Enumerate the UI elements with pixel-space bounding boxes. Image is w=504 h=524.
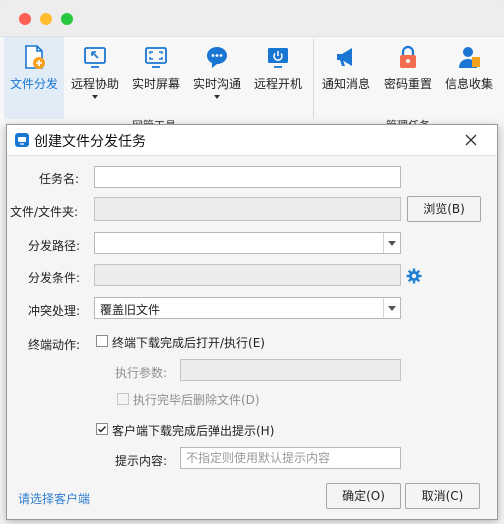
exec-params-label: 执行参数:	[115, 366, 168, 380]
dialog-titlebar: 创建文件分发任务	[7, 125, 497, 156]
power-on-icon	[268, 48, 288, 68]
app-logo-icon	[15, 133, 29, 147]
minimize-window-button[interactable]	[40, 13, 52, 25]
toolbar-label: 通知消息	[321, 77, 370, 91]
toolbar-file-distribution[interactable]: 文件分发	[4, 37, 64, 119]
toolbar-realtime-chat[interactable]: 实时沟通	[188, 37, 246, 119]
conflict-handling-value: 覆盖旧文件	[100, 303, 161, 317]
toolbar-remote-power-on[interactable]: 远程开机	[249, 37, 307, 119]
distribution-path-label: 分发路径:	[28, 239, 81, 253]
popup-hint-label: 客户端下载完成后弹出提示(H)	[112, 424, 275, 438]
close-window-button[interactable]	[19, 13, 31, 25]
exec-params-input[interactable]	[180, 359, 401, 381]
delete-after-exec-checkbox[interactable]	[117, 393, 129, 405]
remote-assist-icon	[84, 47, 106, 68]
distribution-condition-field[interactable]	[94, 264, 401, 286]
hint-content-input[interactable]: 不指定则使用默认提示内容	[180, 447, 401, 469]
gear-icon[interactable]	[406, 268, 422, 284]
toolbar-label: 文件分发	[9, 77, 58, 91]
open-after-download-label: 终端下载完成后打开/执行(E)	[112, 336, 265, 350]
cancel-button[interactable]: 取消(C)	[405, 483, 480, 509]
toolbar-label: 实时沟通	[192, 77, 241, 91]
user-info-icon	[459, 47, 480, 68]
chevron-down-icon[interactable]	[383, 298, 400, 318]
conflict-handling-combo[interactable]: 覆盖旧文件	[94, 297, 401, 319]
browse-button[interactable]: 浏览(B)	[407, 196, 481, 222]
select-client-link[interactable]: 请选择客户端	[18, 490, 90, 507]
task-name-label: 任务名:	[39, 172, 80, 186]
ok-button[interactable]: 确定(O)	[326, 483, 401, 509]
chevron-down-icon[interactable]	[92, 95, 98, 99]
terminal-action-label: 终端动作:	[28, 338, 81, 352]
file-folder-label: 文件/文件夹:	[10, 205, 79, 219]
open-after-download-checkbox[interactable]	[96, 335, 108, 347]
create-file-distribution-dialog: 创建文件分发任务 任务名: 文件/文件夹: 浏览(B) 分发路径: 分发条件:	[6, 124, 498, 520]
popup-hint-checkbox[interactable]	[96, 423, 108, 435]
toolbar-password-reset[interactable]: 密码重置	[379, 37, 437, 119]
toolbar-info-collection[interactable]: 信息收集	[440, 37, 498, 119]
chevron-down-icon[interactable]	[214, 95, 220, 99]
hint-content-label: 提示内容:	[115, 454, 168, 468]
screen-capture-icon	[145, 47, 167, 68]
dialog-title: 创建文件分发任务	[34, 134, 146, 150]
toolbar-realtime-screen[interactable]: 实时屏幕	[127, 37, 185, 119]
checkmark-icon	[98, 426, 107, 433]
toolbar-label: 远程开机	[253, 77, 302, 91]
app-window: 文件分发 远程协助 实时屏幕 实时沟通 远程开机 通知消息 密码重置 信息收集 …	[0, 0, 504, 524]
delete-after-exec-label: 执行完毕后删除文件(D)	[133, 393, 260, 407]
distribution-path-combo[interactable]	[94, 232, 401, 254]
distribution-condition-label: 分发条件:	[28, 271, 81, 285]
megaphone-icon	[337, 48, 352, 66]
chat-icon	[207, 47, 227, 68]
file-folder-field[interactable]	[94, 197, 401, 221]
toolbar-remote-assist[interactable]: 远程协助	[66, 37, 124, 119]
toolbar-notification[interactable]: 通知消息	[317, 37, 375, 119]
chevron-down-icon[interactable]	[383, 233, 400, 253]
window-titlebar	[0, 0, 504, 36]
toolbar-divider	[313, 39, 314, 119]
lock-icon	[400, 45, 416, 68]
ribbon-toolbar: 文件分发 远程协助 实时屏幕 实时沟通 远程开机 通知消息 密码重置 信息收集	[0, 36, 504, 132]
toolbar-label: 远程协助	[70, 77, 119, 91]
toolbar-label: 信息收集	[444, 77, 493, 91]
zoom-window-button[interactable]	[61, 13, 73, 25]
toolbar-label: 实时屏幕	[131, 77, 180, 91]
conflict-handling-label: 冲突处理:	[28, 304, 81, 318]
file-distribute-icon	[25, 45, 45, 69]
toolbar-label: 密码重置	[383, 77, 432, 91]
close-icon[interactable]	[461, 130, 481, 150]
task-name-input[interactable]	[94, 166, 401, 188]
